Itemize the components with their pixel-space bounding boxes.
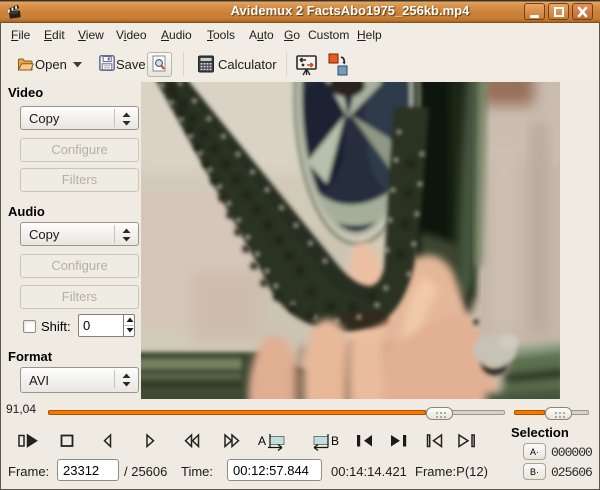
svg-text:A: A [258, 434, 266, 448]
svg-text:B: B [331, 434, 339, 448]
